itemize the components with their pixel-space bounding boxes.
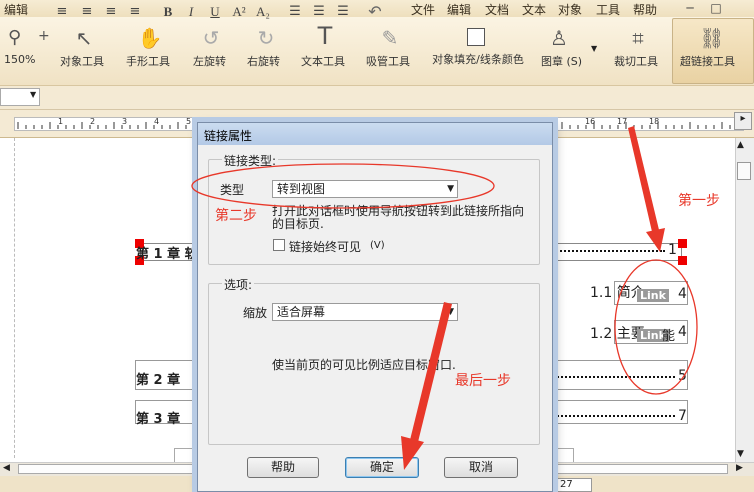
step1-arrow-head [646,228,665,252]
annotation-last-step: 最后一步 [455,373,511,389]
type-highlight-ellipse [191,163,495,209]
annotation-step2: 第二步 [215,208,257,224]
link-highlight-ellipse [614,259,698,395]
ok-arrow-head [401,436,424,470]
ok-arrow-shaft [410,302,452,442]
annotation-step1: 第一步 [678,193,720,209]
step1-arrow-shaft [628,126,660,236]
tutorial-annotations [191,126,698,470]
